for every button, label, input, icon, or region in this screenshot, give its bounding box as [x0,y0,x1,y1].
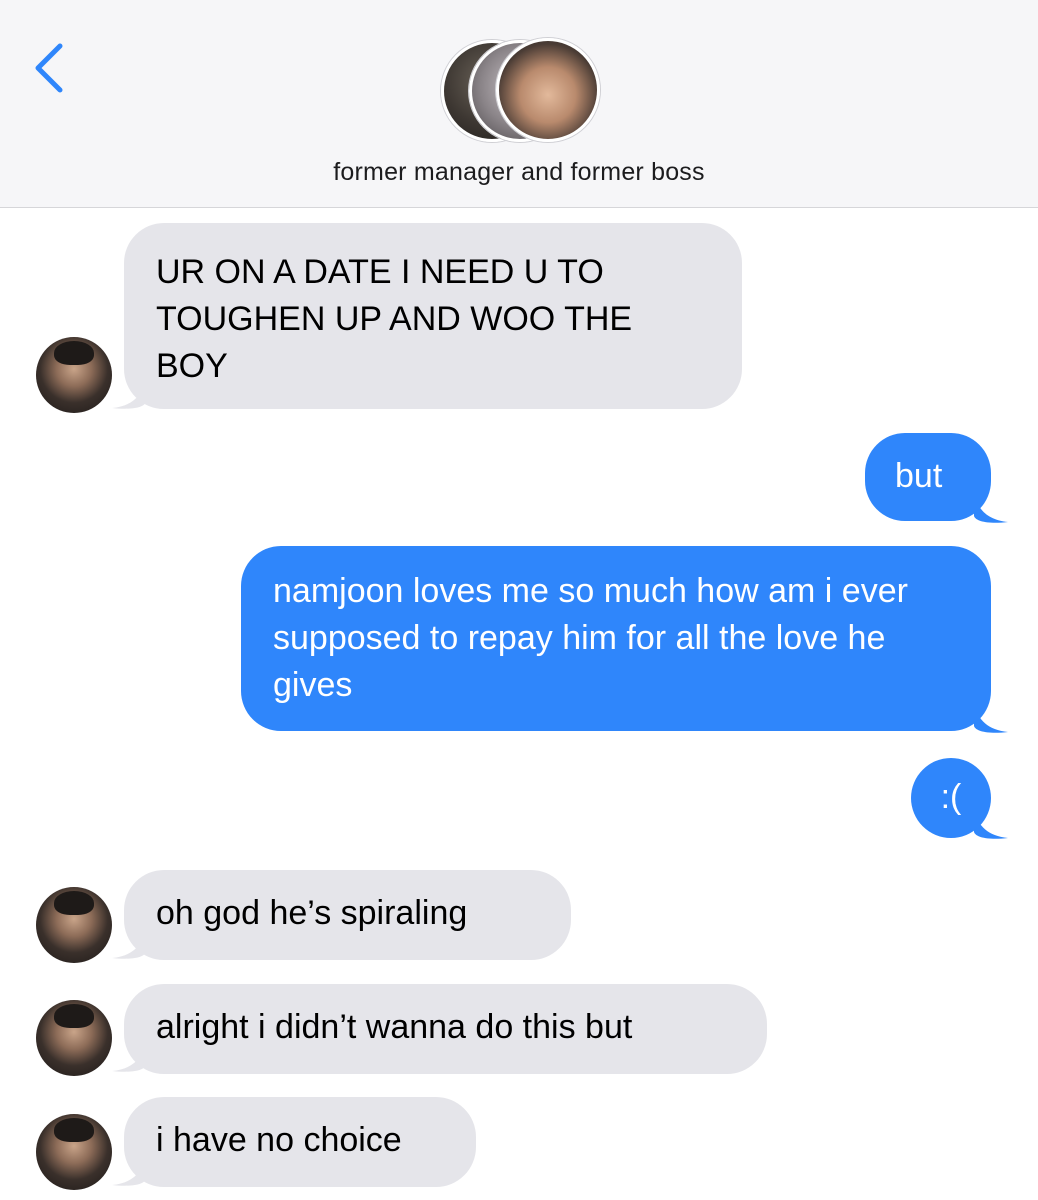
sender-avatar[interactable] [36,887,112,963]
message-text: :( [940,778,962,816]
message-text: alright i didn’t wanna do this but [156,1008,633,1046]
message-text: but [895,457,943,495]
back-button[interactable] [28,36,78,100]
incoming-message: i have no choice [124,1097,476,1187]
sender-avatar[interactable] [36,1114,112,1190]
message-text: i have no choice [156,1121,402,1159]
sender-avatar[interactable] [36,1000,112,1076]
sender-avatar[interactable] [36,337,112,413]
incoming-message: UR ON A DATE I NEED U TO TOUGHEN UP AND … [124,223,742,409]
message-text: namjoon loves me so much how am i ever s… [273,572,908,704]
conversation-header: former manager and former boss [0,0,1038,208]
incoming-message: alright i didn’t wanna do this but [124,984,767,1074]
chevron-left-icon [35,43,63,93]
incoming-message: oh god he’s spiraling [124,870,571,960]
outgoing-message: :( [911,758,991,838]
group-avatar-stack[interactable] [441,38,601,146]
group-member-avatar [496,38,600,142]
message-text: UR ON A DATE I NEED U TO TOUGHEN UP AND … [156,253,633,385]
outgoing-message: but [865,433,991,521]
outgoing-message: namjoon loves me so much how am i ever s… [241,546,991,731]
message-text: oh god he’s spiraling [156,894,468,932]
group-name[interactable]: former manager and former boss [0,158,1038,187]
